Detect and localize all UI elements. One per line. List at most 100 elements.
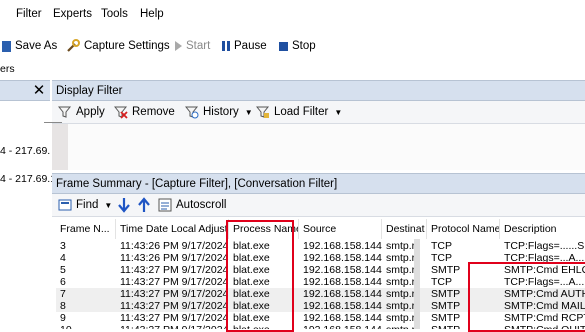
next-frame-button[interactable] xyxy=(118,195,130,215)
cell-frame-number: 5 xyxy=(60,264,66,276)
divider xyxy=(44,122,62,123)
left-pane-item[interactable]: 4 - 217.69. xyxy=(0,145,50,157)
menu-experts[interactable]: Experts xyxy=(53,8,92,20)
cell-frame-number: 4 xyxy=(60,252,66,264)
cell-source: 192.168.158.144 xyxy=(303,252,382,264)
frame-summary-toolbar: Find ▼ Autoscroll xyxy=(52,194,585,217)
menu-help[interactable]: Help xyxy=(140,8,164,20)
filter-apply-icon xyxy=(58,106,72,118)
left-pane-title: ers xyxy=(0,63,15,75)
column-header-time[interactable]: Time Date Local Adjusted xyxy=(116,219,229,239)
chevron-down-icon: ▼ xyxy=(334,107,343,117)
close-icon[interactable]: ✕ xyxy=(30,80,48,99)
autoscroll-label: Autoscroll xyxy=(176,199,227,211)
cell-source: 192.168.158.144 xyxy=(303,288,382,300)
column-header-protocol-name[interactable]: Protocol Name xyxy=(427,219,500,239)
cell-source: 192.168.158.144 xyxy=(303,240,382,252)
wrench-icon xyxy=(67,39,80,52)
load-filter-label: Load Filter xyxy=(274,106,329,118)
find-label: Find xyxy=(76,199,99,211)
cell-destination: smtp.r xyxy=(386,240,416,252)
apply-label: Apply xyxy=(76,106,105,118)
frame-summary-title: Frame Summary - [Capture Filter], [Conve… xyxy=(56,177,338,190)
remove-button[interactable]: Remove xyxy=(114,102,175,122)
capture-settings-button[interactable]: Capture Settings xyxy=(66,36,170,56)
cell-destination: smtp.r xyxy=(382,324,427,329)
autoscroll-toggle[interactable]: Autoscroll xyxy=(158,195,227,215)
start-button[interactable]: Start xyxy=(175,36,210,56)
find-dropdown[interactable]: Find ▼ xyxy=(58,195,112,215)
remove-label: Remove xyxy=(132,106,175,118)
cell-source: 192.168.158.144 xyxy=(303,276,382,288)
column-divider xyxy=(414,239,420,329)
column-header-source[interactable]: Source xyxy=(299,219,382,239)
cell-source: 192.168.158.144 xyxy=(303,264,382,276)
cell-time: 11:43:27 PM 9/17/2024 xyxy=(120,264,229,276)
table-row[interactable]: 3 11:43:26 PM 9/17/2024 blat.exe 192.168.15… xyxy=(56,240,585,252)
cell-source: 192.168.158.144 xyxy=(299,324,382,329)
cell-source: 192.168.158.144 xyxy=(303,312,382,324)
stop-icon xyxy=(279,41,288,51)
line-number-gutter xyxy=(52,124,68,170)
chevron-down-icon: ▼ xyxy=(244,107,253,117)
cell-destination: smtp.r xyxy=(386,300,416,312)
cell-time: 11:43:27 PM 9/17/2024 xyxy=(120,276,229,288)
cell-destination: smtp.r xyxy=(386,264,416,276)
previous-frame-button[interactable] xyxy=(138,195,150,215)
menu-tools[interactable]: Tools xyxy=(101,8,128,20)
cell-destination: smtp.r xyxy=(386,276,416,288)
save-as-button[interactable]: Save As xyxy=(2,36,57,56)
chevron-down-icon: ▼ xyxy=(104,200,113,210)
find-icon xyxy=(58,199,72,211)
cell-time: 11:43:27 PM 9/17/2024 xyxy=(120,300,229,312)
cell-frame-number: 3 xyxy=(60,240,66,252)
cell-frame-number: 8 xyxy=(60,300,66,312)
pause-button[interactable]: Pause xyxy=(222,36,267,56)
frame-summary-header: Frame Summary - [Capture Filter], [Conve… xyxy=(52,173,585,194)
stop-label: Stop xyxy=(292,40,316,52)
capture-settings-label: Capture Settings xyxy=(84,40,170,52)
apply-button[interactable]: Apply xyxy=(58,102,105,122)
pause-icon xyxy=(222,41,230,51)
load-filter-icon xyxy=(256,106,270,118)
load-filter-dropdown[interactable]: Load Filter ▼ xyxy=(256,102,342,122)
cell-frame-number: 6 xyxy=(60,276,66,288)
cell-destination: smtp.r xyxy=(386,312,416,324)
arrow-up-icon xyxy=(138,197,150,212)
highlight-box-description xyxy=(468,262,585,332)
remove-filter-icon xyxy=(114,106,128,119)
display-filter-toolbar: Apply Remove History ▼ Load Filter ▼ xyxy=(52,101,585,124)
save-as-label: Save As xyxy=(15,40,58,52)
autoscroll-icon xyxy=(158,198,172,212)
column-header-frame-number[interactable]: Frame N... xyxy=(56,219,116,239)
cell-frame-number: 9 xyxy=(60,312,66,324)
cell-time: 11:43:27 PM 9/17/2024 xyxy=(120,312,229,324)
cell-destination: smtp.r xyxy=(386,288,416,300)
start-label: Start xyxy=(186,40,211,52)
pause-label: Pause xyxy=(234,40,267,52)
column-header-description[interactable]: Description xyxy=(500,219,585,239)
play-icon xyxy=(175,41,182,51)
column-header-destination[interactable]: Destinat xyxy=(382,219,427,239)
cell-time: 11:43:26 PM 9/17/2024 xyxy=(120,240,229,252)
highlight-box-process-name xyxy=(226,220,294,332)
cell-time: 11:43:26 PM 9/17/2024 xyxy=(120,252,229,264)
left-pane-item[interactable]: 4 - 217.69.1 xyxy=(0,173,56,185)
display-filter-textarea[interactable] xyxy=(52,124,585,170)
cell-frame-number: 10 xyxy=(56,324,116,329)
menu-filter[interactable]: Filter xyxy=(16,8,42,20)
stop-button[interactable]: Stop xyxy=(279,36,316,56)
display-filter-header: Display Filter xyxy=(52,80,585,101)
cell-description: TCP:Flags=......S., S xyxy=(504,240,585,252)
cell-time: 11:43:27 PM 9/17/2024 xyxy=(120,288,229,300)
filter-history-icon xyxy=(185,106,199,119)
cell-destination: smtp.r xyxy=(386,252,416,264)
cell-frame-number: 7 xyxy=(60,288,66,300)
display-filter-title: Display Filter xyxy=(56,84,123,97)
save-icon xyxy=(2,40,11,52)
arrow-down-icon xyxy=(118,198,130,213)
history-dropdown[interactable]: History ▼ xyxy=(185,102,253,122)
history-label: History xyxy=(203,106,239,118)
cell-source: 192.168.158.144 xyxy=(303,300,382,312)
cell-time: 11:43:27 PM 9/17/2024 xyxy=(116,324,229,329)
